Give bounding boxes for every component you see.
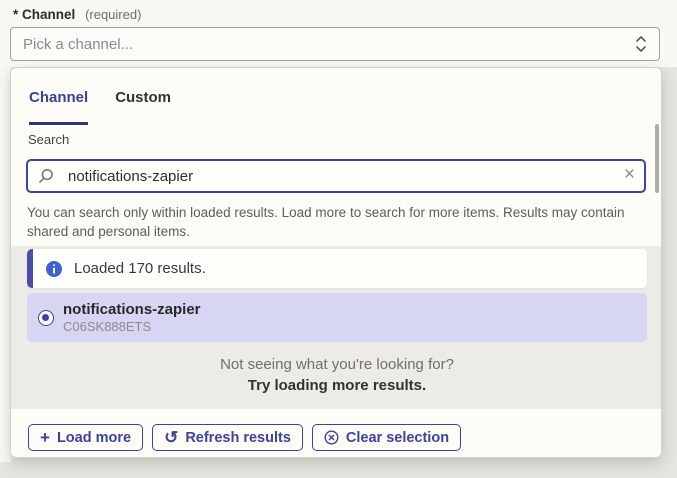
dropdown-tabs: Channel Custom <box>11 68 661 125</box>
clear-selection-button[interactable]: Clear selection <box>312 424 461 451</box>
plus-icon: + <box>40 429 50 446</box>
channel-dropdown-panel: Channel Custom Search × You can search o… <box>10 67 662 458</box>
alert-accent-bar <box>27 249 33 288</box>
loaded-results-alert: Loaded 170 results. <box>27 249 647 288</box>
search-clear-icon[interactable]: × <box>621 163 638 187</box>
footer-question: Not seeing what you're looking for? <box>11 354 662 375</box>
search-help-text: You can search only within loaded result… <box>27 203 655 241</box>
required-note: (required) <box>85 7 141 22</box>
clear-selection-label: Clear selection <box>346 430 449 446</box>
refresh-results-label: Refresh results <box>185 430 291 446</box>
dropdown-actions: + Load more ↺ Refresh results Clear sele… <box>28 424 461 451</box>
search-field: × <box>26 159 646 193</box>
load-more-button[interactable]: + Load more <box>28 424 143 451</box>
result-texts: notifications-zapier C06SK888ETS <box>63 301 201 334</box>
tab-custom[interactable]: Custom <box>115 89 171 125</box>
refresh-icon: ↺ <box>164 429 178 446</box>
tab-channel[interactable]: Channel <box>29 89 88 125</box>
result-id: C06SK888ETS <box>63 319 201 334</box>
channel-select[interactable]: Pick a channel... <box>10 27 660 61</box>
scrollbar-thumb[interactable] <box>655 124 659 193</box>
alert-message: Loaded 170 results. <box>74 260 206 277</box>
load-more-label: Load more <box>57 430 131 446</box>
list-footer: Not seeing what you're looking for? Try … <box>11 342 662 397</box>
refresh-results-button[interactable]: ↺ Refresh results <box>152 424 303 451</box>
footer-suggestion: Try loading more results. <box>11 375 662 397</box>
chevron-up-down-icon <box>635 35 647 53</box>
search-icon <box>38 168 54 184</box>
result-title: notifications-zapier <box>63 301 201 318</box>
info-icon <box>46 261 62 277</box>
results-list: Loaded 170 results. notifications-zapier… <box>11 246 662 409</box>
field-label-text: Channel <box>22 7 75 22</box>
channel-field-label: * Channel (required) <box>13 7 141 22</box>
result-item-selected[interactable]: notifications-zapier C06SK888ETS <box>27 293 647 342</box>
required-marker: * <box>13 7 18 22</box>
select-placeholder: Pick a channel... <box>23 36 635 53</box>
search-label: Search <box>28 132 661 147</box>
search-input[interactable] <box>26 159 646 193</box>
radio-selected-icon[interactable] <box>38 310 54 326</box>
circle-x-icon <box>324 430 339 445</box>
